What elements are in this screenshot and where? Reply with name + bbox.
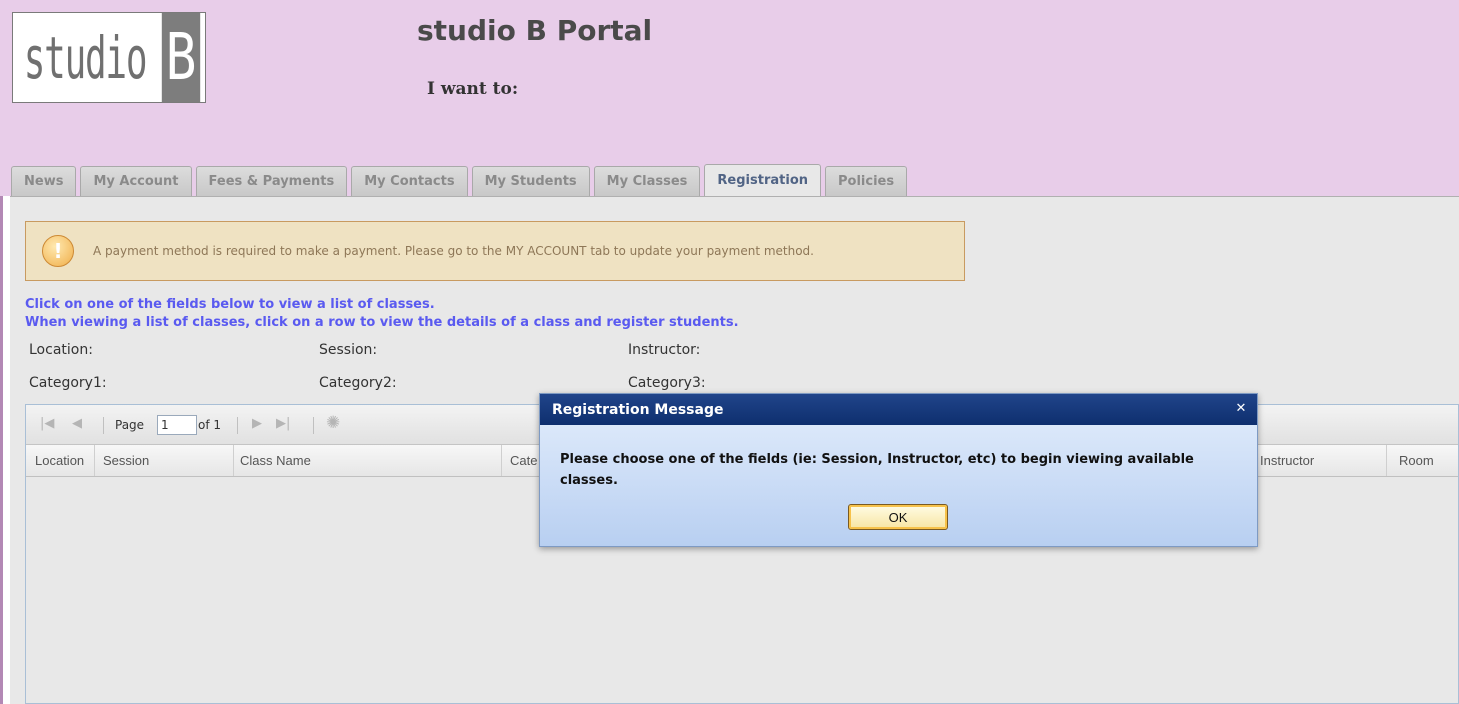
dialog-titlebar: Registration Message ✕ [540, 394, 1257, 425]
tab-registration[interactable]: Registration [704, 164, 822, 196]
page-title: studio B Portal [417, 14, 653, 47]
dialog-title: Registration Message [552, 401, 724, 418]
prev-page-icon[interactable]: ◀ [72, 416, 82, 431]
i-want-to-label: I want to: [427, 79, 519, 99]
logo-word: studio [23, 23, 148, 92]
first-page-icon[interactable]: |◀ [40, 416, 54, 431]
registration-message-dialog: Registration Message ✕ Please choose one… [539, 393, 1258, 547]
session-filter[interactable]: Session: [319, 342, 377, 358]
column-class-name[interactable]: Class Name [233, 445, 501, 476]
tab-fees-payments[interactable]: Fees & Payments [195, 166, 348, 196]
column-location[interactable]: Location [26, 445, 94, 476]
tab-policies[interactable]: Policies [825, 166, 908, 196]
dialog-message: Please choose one of the fields (ie: Ses… [560, 452, 1194, 488]
tab-my-contacts[interactable]: My Contacts [351, 166, 468, 196]
exclamation-icon: ! [42, 235, 74, 267]
page-number-input[interactable] [157, 415, 197, 435]
refresh-icon[interactable]: ✺ [326, 413, 340, 433]
logo-letter: B [161, 13, 201, 102]
instructor-filter[interactable]: Instructor: [628, 342, 700, 358]
tab-my-classes[interactable]: My Classes [593, 166, 701, 196]
tab-bar: News My Account Fees & Payments My Conta… [11, 164, 911, 196]
warning-text: A payment method is required to make a p… [93, 244, 814, 258]
column-room[interactable]: Room [1386, 445, 1458, 476]
toolbar-separator [313, 417, 314, 434]
instruction-line-1: Click on one of the fields below to view… [25, 297, 435, 312]
dialog-body: Please choose one of the fields (ie: Ses… [540, 425, 1257, 546]
toolbar-separator [103, 417, 104, 434]
category3-filter[interactable]: Category3: [628, 375, 706, 391]
location-filter[interactable]: Location: [29, 342, 93, 358]
category1-filter[interactable]: Category1: [29, 375, 107, 391]
instruction-line-2: When viewing a list of classes, click on… [25, 315, 739, 330]
close-icon[interactable]: ✕ [1233, 400, 1249, 416]
tab-my-account[interactable]: My Account [80, 166, 192, 196]
column-session[interactable]: Session [94, 445, 233, 476]
next-page-icon[interactable]: ▶ [252, 416, 262, 431]
tab-news[interactable]: News [11, 166, 77, 196]
toolbar-separator [237, 417, 238, 434]
column-category[interactable]: Cate [501, 445, 541, 476]
payment-warning-banner: ! A payment method is required to make a… [25, 221, 965, 281]
studio-b-logo: studio B [12, 12, 206, 103]
category2-filter[interactable]: Category2: [319, 375, 397, 391]
page-label: Page [115, 418, 145, 432]
last-page-icon[interactable]: ▶| [276, 416, 290, 431]
column-instructor[interactable]: Instructor [1252, 445, 1386, 476]
tab-my-students[interactable]: My Students [471, 166, 590, 196]
ok-button[interactable]: OK [848, 504, 948, 530]
page-count-label: of 1 [198, 418, 222, 432]
